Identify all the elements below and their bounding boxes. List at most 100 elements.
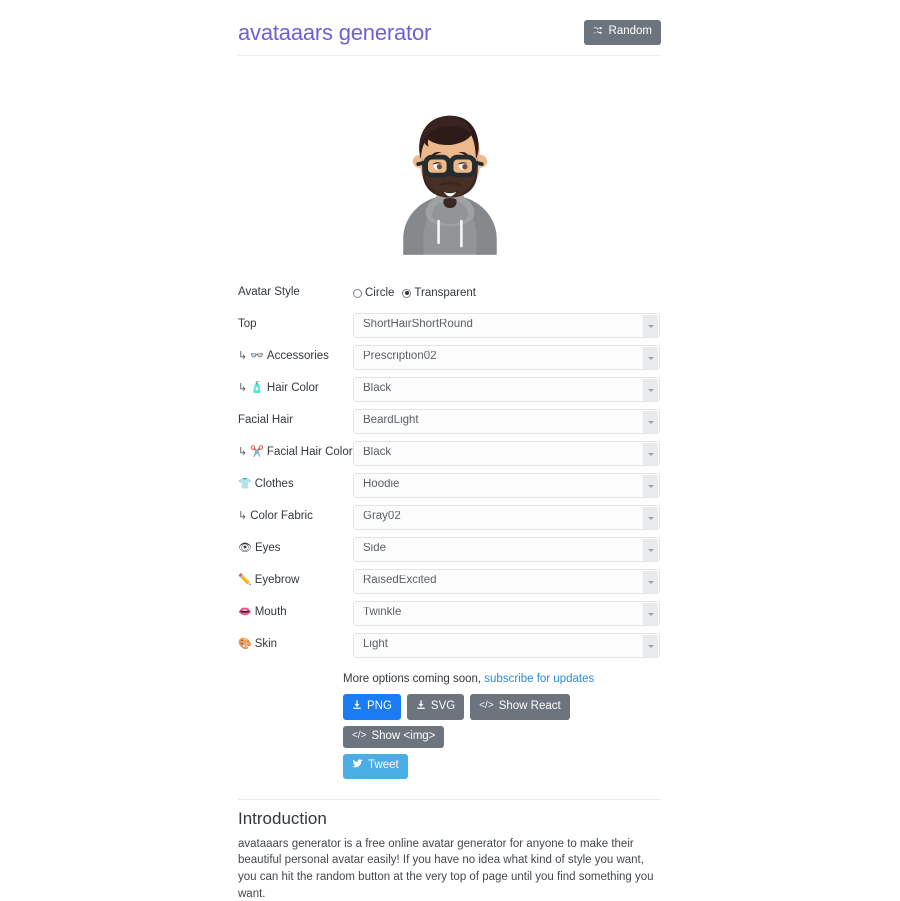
- label-mouth: 👄 Mouth: [238, 606, 353, 620]
- label-eyes-text: Eyes: [254, 542, 281, 555]
- select-facial-hair-color-chevron-down-icon[interactable]: [643, 442, 658, 466]
- select-mouth-value: Twinkle: [363, 607, 402, 619]
- select-eyes[interactable]: Side: [353, 536, 660, 562]
- row-color-fabric: ↳ Color Fabric Gray02: [238, 501, 661, 533]
- select-facial-hair-chevron-down-icon[interactable]: [643, 410, 658, 434]
- eye-icon: 👁: [238, 542, 252, 555]
- radio-circle-icon: [353, 288, 362, 298]
- download-svg-button[interactable]: SVG: [406, 694, 465, 720]
- radio-option-circle[interactable]: Circle: [353, 287, 394, 299]
- page-title: avataaars generator: [238, 19, 432, 45]
- label-facial-hair: Facial Hair: [238, 414, 353, 428]
- select-top-chevron-down-icon[interactable]: [643, 314, 658, 338]
- select-top[interactable]: ShortHairShortRound: [353, 312, 660, 338]
- glasses-icon: 👓: [250, 350, 264, 363]
- row-eyebrow: ✏️ Eyebrow RaisedExcited: [238, 565, 661, 597]
- show-img-label: Show <img>: [371, 729, 436, 742]
- introduction-divider: [238, 798, 661, 800]
- select-mouth[interactable]: Twinkle: [353, 600, 660, 626]
- accessories-control: Prescription02: [353, 344, 661, 370]
- header-divider: [238, 55, 661, 56]
- label-top: Top: [238, 318, 353, 332]
- radio-option-transparent[interactable]: Transparent: [402, 287, 476, 299]
- row-eyes: 👁 Eyes Side: [238, 533, 661, 565]
- show-img-button[interactable]: </> Show <img>: [343, 725, 445, 748]
- mouth-icon: 👄: [238, 606, 252, 619]
- row-clothes: 👕 Clothes Hoodie: [238, 469, 661, 501]
- nested-arrow-icon: ↳: [238, 446, 248, 459]
- select-facial-hair-color-value: Black: [363, 447, 392, 459]
- select-skin[interactable]: Light: [353, 632, 660, 658]
- introduction-body: avataaars generator is a free online ava…: [238, 837, 654, 900]
- show-react-button[interactable]: </> Show React: [470, 694, 570, 720]
- label-eyebrow: ✏️ Eyebrow: [238, 574, 353, 588]
- label-clothes: 👕 Clothes: [238, 478, 353, 492]
- select-hair-color-value: Black: [363, 383, 392, 395]
- select-hair-color-chevron-down-icon[interactable]: [643, 378, 658, 402]
- select-clothes-value: Hoodie: [363, 479, 400, 491]
- label-color-fabric: ↳ Color Fabric: [238, 510, 353, 524]
- select-clothes-chevron-down-icon[interactable]: [643, 474, 658, 498]
- code-icon: </>: [479, 700, 494, 712]
- select-accessories[interactable]: Prescription02: [353, 344, 660, 370]
- row-hair-color: ↳ 🧴 Hair Color Black: [238, 373, 661, 405]
- show-react-label: Show React: [498, 699, 561, 712]
- avatar-illustration: [402, 115, 497, 255]
- select-eyebrow[interactable]: RaisedExcited: [353, 568, 660, 594]
- select-color-fabric-chevron-down-icon[interactable]: [643, 506, 658, 530]
- radio-transparent-icon: [402, 288, 412, 298]
- avatar-options-form: Avatar Style Circle Transparent Top Shor…: [238, 277, 661, 661]
- tweet-button[interactable]: Tweet: [343, 754, 408, 779]
- mouth-control: Twinkle: [353, 600, 661, 626]
- facial-hair-control: BeardLight: [353, 408, 661, 434]
- random-button[interactable]: Random: [583, 19, 661, 46]
- label-avatar-style-text: Avatar Style: [238, 286, 300, 299]
- shirt-icon: 👕: [238, 478, 252, 491]
- download-png-label: PNG: [367, 699, 392, 712]
- palette-icon: 🎨: [238, 638, 252, 651]
- select-eyebrow-chevron-down-icon[interactable]: [643, 570, 658, 594]
- download-png-button[interactable]: PNG: [343, 694, 401, 720]
- label-facial-hair-color: ↳ ✂️ Facial Hair Color: [238, 446, 353, 460]
- label-accessories: ↳ 👓 Accessories: [238, 350, 353, 364]
- row-skin: 🎨 Skin Light: [238, 629, 661, 661]
- select-eyes-value: Side: [363, 543, 387, 555]
- select-facial-hair[interactable]: BeardLight: [353, 408, 660, 434]
- label-facial-hair-text: Facial Hair: [238, 414, 293, 427]
- row-avatar-style: Avatar Style Circle Transparent: [238, 277, 661, 309]
- skin-control: Light: [353, 632, 661, 658]
- select-eyes-chevron-down-icon[interactable]: [643, 538, 658, 562]
- download-svg-label: SVG: [430, 699, 456, 712]
- label-skin: 🎨 Skin: [238, 638, 353, 652]
- pencil-icon: ✏️: [238, 574, 252, 587]
- select-hair-color[interactable]: Black: [353, 376, 660, 402]
- introduction-title: Introduction: [238, 808, 327, 828]
- label-facial-hair-color-text: Facial Hair Color: [266, 446, 353, 459]
- avatar-style-control: Circle Transparent: [353, 287, 661, 299]
- select-color-fabric-value: Gray02: [363, 511, 401, 523]
- random-button-label: Random: [608, 25, 652, 38]
- label-accessories-text: Accessories: [266, 350, 329, 363]
- label-color-fabric-text: Color Fabric: [250, 510, 313, 523]
- label-clothes-text: Clothes: [254, 478, 294, 491]
- code-icon: </>: [352, 730, 367, 742]
- content-container: avataaars generator Random Avatar Style …: [238, 0, 661, 901]
- select-accessories-chevron-down-icon[interactable]: [643, 346, 658, 370]
- subscribe-link[interactable]: subscribe for updates: [484, 673, 594, 685]
- select-mouth-chevron-down-icon[interactable]: [643, 602, 658, 626]
- radio-transparent-label: Transparent: [414, 287, 476, 299]
- select-skin-chevron-down-icon[interactable]: [643, 634, 658, 658]
- label-mouth-text: Mouth: [254, 606, 287, 619]
- label-eyebrow-text: Eyebrow: [254, 574, 300, 587]
- scissors-icon: ✂️: [250, 446, 264, 459]
- download-icon: [352, 699, 362, 714]
- radio-circle-label: Circle: [365, 287, 395, 299]
- select-color-fabric[interactable]: Gray02: [353, 504, 660, 530]
- clothes-control: Hoodie: [353, 472, 661, 498]
- select-facial-hair-color[interactable]: Black: [353, 440, 660, 466]
- share-button-row: Tweet: [343, 754, 661, 779]
- select-clothes[interactable]: Hoodie: [353, 472, 660, 498]
- nested-arrow-icon: ↳: [238, 510, 248, 523]
- twitter-icon: [352, 759, 363, 773]
- avatar-preview: [238, 78, 661, 263]
